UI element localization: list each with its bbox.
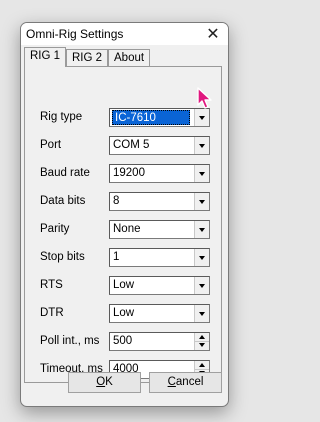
ok-label-rest: K: [105, 376, 113, 388]
baud-rate-label: Baud rate: [40, 167, 90, 179]
baud-rate-select[interactable]: 19200: [109, 164, 210, 183]
stop-bits-row: Stop bits 1: [25, 248, 221, 268]
port-label: Port: [40, 139, 62, 151]
stop-bits-value: 1: [113, 251, 120, 263]
parity-value: None: [113, 223, 141, 235]
rig-type-value: IC-7610: [112, 110, 190, 125]
port-value: COM 5: [113, 139, 150, 151]
rig-type-row: Rig type IC-7610: [25, 108, 221, 128]
poll-int-label: Poll int., ms: [40, 335, 100, 347]
port-select[interactable]: COM 5: [109, 136, 210, 155]
rig1-panel: Rig type IC-7610 Port COM 5 Baud rate 19…: [24, 66, 222, 383]
chevron-down-icon[interactable]: [194, 165, 209, 182]
chevron-down-icon[interactable]: [194, 305, 209, 322]
rig-type-select[interactable]: IC-7610: [109, 108, 210, 127]
chevron-down-icon[interactable]: [194, 137, 209, 154]
cancel-button[interactable]: Cancel: [149, 372, 222, 393]
parity-select[interactable]: None: [109, 220, 210, 239]
data-bits-label: Data bits: [40, 195, 86, 207]
rig-type-label: Rig type: [40, 111, 83, 123]
tab-rig2[interactable]: RIG 2: [66, 49, 109, 66]
chevron-down-icon[interactable]: [194, 221, 209, 238]
data-bits-value: 8: [113, 195, 120, 207]
chevron-down-icon[interactable]: [194, 109, 209, 126]
rts-value: Low: [113, 279, 135, 291]
poll-int-spinner[interactable]: 500: [109, 332, 210, 351]
settings-window: Omni-Rig Settings ✕ RIG 1 RIG 2 About Ri…: [20, 22, 229, 407]
stop-bits-select[interactable]: 1: [109, 248, 210, 267]
chevron-down-icon[interactable]: [194, 193, 209, 210]
mouse-cursor-icon: [197, 87, 212, 109]
ok-button[interactable]: OK: [68, 372, 141, 393]
rts-label: RTS: [40, 279, 63, 291]
baud-rate-row: Baud rate 19200: [25, 164, 221, 184]
data-bits-select[interactable]: 8: [109, 192, 210, 211]
stop-bits-label: Stop bits: [40, 251, 85, 263]
poll-int-value: 500: [113, 335, 133, 347]
close-icon[interactable]: ✕: [198, 23, 228, 45]
title-bar: Omni-Rig Settings ✕: [21, 23, 228, 45]
window-title: Omni-Rig Settings: [26, 27, 124, 41]
spin-down-icon[interactable]: [195, 341, 209, 349]
ok-accel: O: [96, 376, 106, 388]
spin-buttons: [194, 333, 209, 350]
poll-int-row: Poll int., ms 500: [25, 332, 221, 352]
cancel-label-rest: ancel: [175, 376, 204, 388]
parity-label: Parity: [40, 223, 70, 235]
data-bits-row: Data bits 8: [25, 192, 221, 212]
cancel-accel: C: [167, 376, 176, 388]
parity-row: Parity None: [25, 220, 221, 240]
port-row: Port COM 5: [25, 136, 221, 156]
chevron-down-icon[interactable]: [194, 277, 209, 294]
dtr-value: Low: [113, 307, 135, 319]
dtr-row: DTR Low: [25, 304, 221, 324]
tab-rig1[interactable]: RIG 1: [24, 47, 67, 67]
chevron-down-icon[interactable]: [194, 249, 209, 266]
baud-rate-value: 19200: [113, 167, 145, 179]
rts-select[interactable]: Low: [109, 276, 210, 295]
dtr-label: DTR: [40, 307, 64, 319]
tab-about[interactable]: About: [108, 49, 151, 66]
rts-row: RTS Low: [25, 276, 221, 296]
dtr-select[interactable]: Low: [109, 304, 210, 323]
